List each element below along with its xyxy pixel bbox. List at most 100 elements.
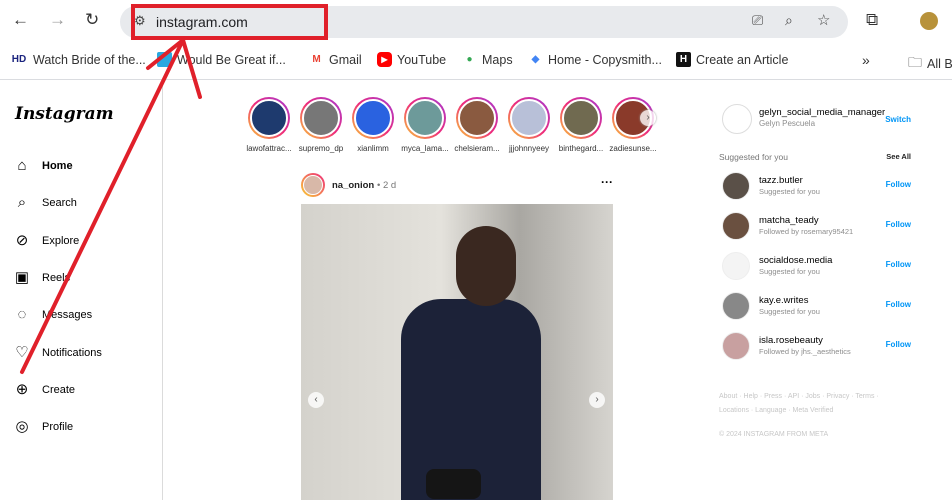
sidebar-item-label: Reels	[42, 272, 71, 284]
follow-button[interactable]: Follow	[886, 260, 911, 269]
folder-icon: 🗀	[908, 54, 922, 70]
zoom-icon[interactable]: ⌕	[785, 12, 793, 29]
address-bar[interactable]: ⚙ instagram.com ⎚ ⌕ ☆	[120, 6, 848, 38]
story-item[interactable]: supremo_dp	[295, 97, 347, 153]
suggestion-item: socialdose.media Suggested for you Follow	[719, 252, 919, 284]
bookmark-icon: HD	[11, 54, 27, 65]
suggestion-username[interactable]: socialdose.media	[759, 255, 832, 266]
suggestion-username[interactable]: matcha_teady	[759, 215, 819, 226]
sidebar-item-reels[interactable]: ▣ Reels	[14, 270, 70, 286]
follow-button[interactable]: Follow	[886, 300, 911, 309]
bookmark-item[interactable]: HD Watch Bride of the...	[10, 52, 146, 67]
story-item[interactable]: chelsieram...	[451, 97, 503, 153]
suggestion-avatar[interactable]	[722, 172, 750, 200]
bookmark-item[interactable]: ▶ YouTube	[377, 52, 446, 67]
back-icon[interactable]: ←	[12, 10, 29, 30]
sidebar-item-label: Explore	[42, 235, 80, 247]
follow-button[interactable]: Follow	[886, 220, 911, 229]
instagram-logo[interactable]: Instagram	[15, 104, 114, 124]
carousel-prev-button[interactable]: ‹	[308, 392, 324, 408]
story-avatar	[352, 97, 394, 139]
sidebar-item-notifications[interactable]: ♡ Notifications	[14, 345, 102, 361]
story-item[interactable]: lawofattrac...	[243, 97, 295, 153]
suggestion-avatar[interactable]	[722, 332, 750, 360]
bookmarks-overflow-button[interactable]: »	[862, 52, 870, 68]
suggestion-item: kay.e.writes Suggested for you Follow	[719, 292, 919, 324]
story-avatar	[456, 97, 498, 139]
post-time: • 2 d	[377, 180, 397, 191]
suggestion-avatar[interactable]	[722, 252, 750, 280]
install-icon[interactable]: ⎚	[752, 12, 763, 29]
profile-icon: ◎	[15, 418, 29, 435]
explore-icon: ⊘	[15, 232, 29, 249]
story-username: lawofattrac...	[246, 144, 292, 153]
sidebar-item-create[interactable]: ⊕ Create	[14, 382, 75, 398]
sidebar-item-label: Create	[42, 384, 76, 396]
switch-button[interactable]: Switch	[885, 115, 911, 124]
suggestion-username[interactable]: kay.e.writes	[759, 295, 808, 306]
suggestion-avatar[interactable]	[722, 212, 750, 240]
person-head	[456, 226, 516, 306]
footer-links[interactable]: About · Help · Press · API · Jobs · Priv…	[719, 390, 879, 404]
messages-icon: ◌	[17, 306, 27, 323]
copysmith-icon: ◆	[531, 54, 540, 65]
sidebar-item-search[interactable]: ⌕ Search	[14, 195, 77, 211]
extensions-icon[interactable]: ⧉	[866, 10, 878, 30]
sidebar-item-messages[interactable]: ◌ Messages	[14, 306, 93, 323]
bookmark-item[interactable]: M Gmail	[309, 52, 361, 67]
current-account: gelyn_social_media_manager Gelyn Pescuel…	[719, 104, 919, 136]
footer-links-2[interactable]: Locations · Language · Meta Verified	[719, 404, 833, 418]
gmail-icon: M	[312, 54, 321, 65]
story-avatar	[248, 97, 290, 139]
account-username[interactable]: gelyn_social_media_manager	[759, 107, 885, 118]
search-icon: ⌕	[17, 194, 27, 211]
post-image[interactable]	[301, 204, 613, 500]
profile-avatar[interactable]	[920, 12, 938, 30]
story-item[interactable]: xianlimm	[347, 97, 399, 153]
sidebar-item-home[interactable]: ⌂ Home	[14, 158, 72, 174]
story-item[interactable]: binthegard...	[555, 97, 607, 153]
story-username: xianlimm	[357, 144, 389, 153]
maps-icon: ●	[466, 54, 473, 65]
suggestion-avatar[interactable]	[722, 292, 750, 320]
suggestion-subtitle: Followed by rosemary95421	[759, 227, 854, 236]
suggestion-username[interactable]: isla.rosebeauty	[759, 335, 823, 346]
site-info-icon[interactable]: ⚙	[134, 13, 146, 29]
suggestion-username[interactable]: tazz.butler	[759, 175, 803, 186]
star-icon[interactable]: ☆	[817, 11, 830, 29]
sidebar-item-explore[interactable]: ⊘ Explore	[14, 232, 80, 249]
account-name: Gelyn Pescuela	[759, 119, 816, 128]
all-bookmarks-button[interactable]: 🗀 All B	[908, 52, 952, 76]
reels-icon: ▣	[14, 269, 30, 286]
story-item[interactable]: jjjohnnyeey	[503, 97, 555, 153]
bookmark-icon: H	[676, 52, 691, 67]
forward-icon[interactable]: →	[49, 10, 66, 30]
create-icon: ⊕	[15, 381, 29, 398]
suggested-title: Suggested for you	[719, 152, 788, 162]
stories-next-button[interactable]: ›	[640, 110, 656, 126]
reload-icon[interactable]: ↻	[85, 10, 99, 30]
story-avatar	[404, 97, 446, 139]
more-options-button[interactable]: ···	[601, 175, 613, 189]
follow-button[interactable]: Follow	[886, 180, 911, 189]
bookmark-item[interactable]: Would Be Great if...	[157, 52, 286, 67]
see-all-link[interactable]: See All	[886, 152, 911, 161]
account-avatar[interactable]	[722, 104, 752, 134]
suggestion-item: tazz.butler Suggested for you Follow	[719, 172, 919, 204]
carousel-next-button[interactable]: ›	[589, 392, 605, 408]
bookmark-item[interactable]: ◆ Home - Copysmith...	[528, 52, 662, 67]
bookmark-item[interactable]: ● Maps	[462, 52, 512, 67]
story-username: zadiesunse...	[609, 144, 657, 153]
youtube-icon: ▶	[377, 52, 392, 67]
post-username[interactable]: na_onion	[332, 180, 374, 191]
sidebar-item-profile[interactable]: ◎ Profile	[14, 419, 73, 435]
sidebar-item-label: Messages	[42, 309, 93, 321]
follow-button[interactable]: Follow	[886, 340, 911, 349]
url-text[interactable]: instagram.com	[156, 14, 248, 30]
bookmark-icon	[157, 52, 172, 67]
notifications-icon: ♡	[15, 344, 29, 361]
bookmark-item[interactable]: H Create an Article	[676, 52, 788, 67]
story-item[interactable]: myca_lama...	[399, 97, 451, 153]
suggestion-subtitle: Suggested for you	[759, 187, 820, 196]
post-avatar[interactable]	[301, 173, 325, 197]
